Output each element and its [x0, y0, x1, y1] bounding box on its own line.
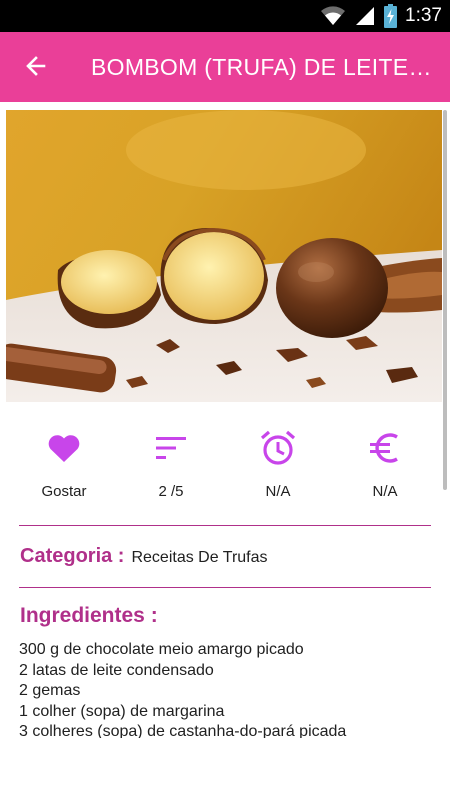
back-button[interactable]: [14, 44, 58, 88]
alarm-clock-icon: [258, 428, 298, 468]
ingredient-item: 2 latas de leite condensado: [19, 661, 214, 679]
ingredient-item: 3 colheres (sopa) de castanha-do-pará pi…: [19, 723, 347, 738]
status-icons: 1:37: [320, 0, 442, 32]
divider: [19, 587, 431, 588]
recipe-photo: [6, 110, 442, 402]
divider: [19, 525, 431, 526]
like-label: Gostar: [41, 483, 87, 500]
ingredient-item: 1 colher (sopa) de margarina: [19, 702, 225, 720]
difficulty-label: 2 /5: [158, 483, 184, 500]
category-value: Receitas De Trufas: [131, 549, 268, 566]
heart-icon: [44, 428, 84, 468]
wifi-icon: [321, 6, 346, 25]
status-bar: 1:37: [0, 0, 450, 32]
category-heading: Categoria :: [20, 545, 125, 567]
back-arrow-icon: [26, 56, 46, 76]
ingredient-item: 2 gemas: [19, 682, 81, 699]
like-stat[interactable]: Gostar: [8, 420, 120, 510]
cost-stat: N/A: [329, 420, 441, 510]
ingredient-item: 300 g de chocolate meio amargo picado: [19, 641, 304, 658]
category-row: Categoria : Receitas De Trufas: [20, 545, 430, 571]
app-toolbar: BOMBOM (TRUFA) DE LEITE CONDENSADO: [0, 32, 450, 102]
signal-icon: [356, 7, 375, 25]
cost-label: N/A: [372, 483, 398, 500]
time-label: N/A: [265, 483, 291, 500]
time-stat: N/A: [222, 420, 334, 510]
sort-icon: [151, 428, 191, 468]
status-time: 1:37: [405, 5, 442, 26]
battery-charging-icon: [384, 4, 398, 28]
difficulty-stat: 2 /5: [115, 420, 227, 510]
ingredients-list: 300 g de chocolate meio amargo picado 2 …: [19, 640, 434, 738]
recipe-stats: Gostar 2 /5 N/A N/A: [0, 420, 450, 510]
page-title: BOMBOM (TRUFA) DE LEITE CONDENSADO: [91, 54, 436, 80]
ingredients-heading: Ingredientes :: [20, 604, 158, 627]
euro-icon: [365, 428, 405, 468]
